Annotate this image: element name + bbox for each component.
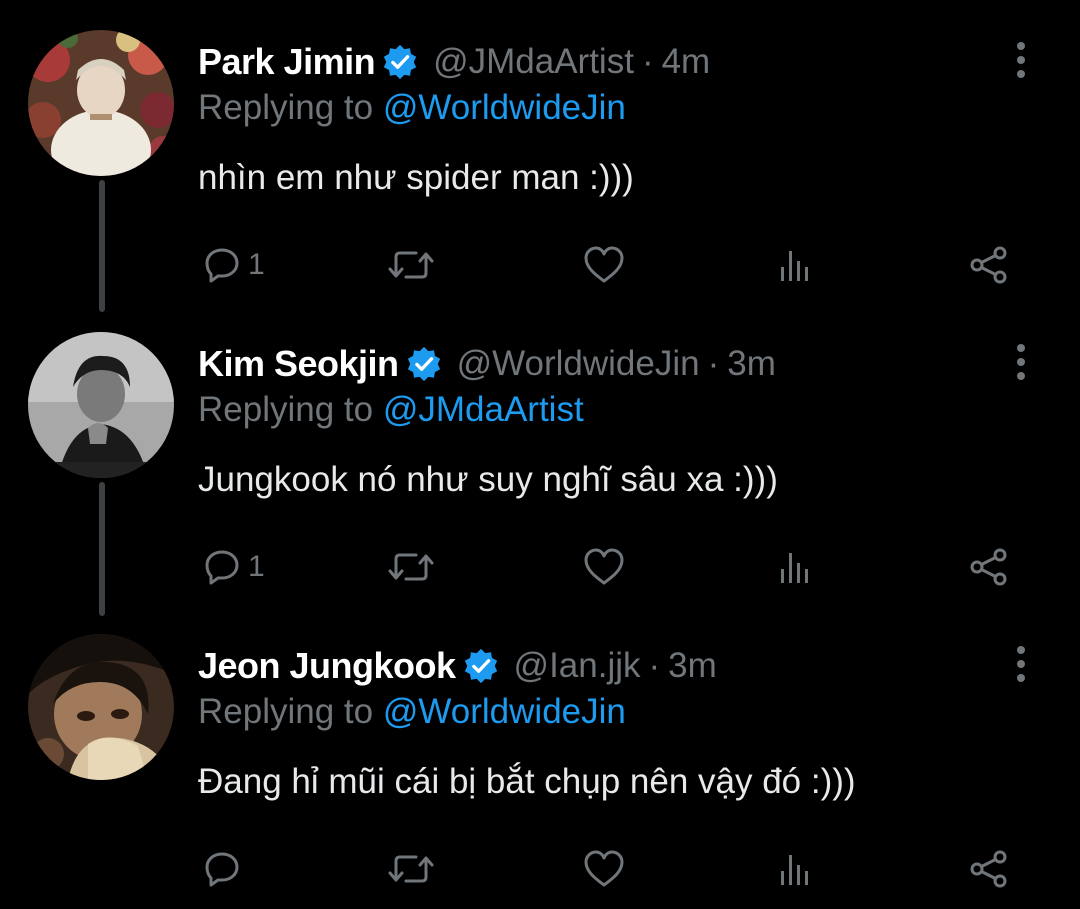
reply-icon xyxy=(202,849,242,889)
avatar[interactable] xyxy=(28,634,174,780)
views-icon xyxy=(776,849,816,889)
replying-to: Replying to @WorldwideJin xyxy=(198,692,626,732)
reply-button[interactable]: 1 xyxy=(202,542,265,592)
replying-to: Replying to @JMdaArtist xyxy=(198,390,584,430)
avatar[interactable] xyxy=(28,30,174,176)
display-name[interactable]: Jeon Jungkook xyxy=(198,645,456,687)
like-button[interactable] xyxy=(582,240,626,290)
replying-to: Replying to @WorldwideJin xyxy=(198,88,626,128)
handle[interactable]: @Ian.jjk xyxy=(514,646,641,686)
share-button[interactable] xyxy=(968,240,1010,290)
reply-count: 1 xyxy=(248,550,265,583)
handle[interactable]: @JMdaArtist xyxy=(433,42,634,82)
reply-count: 1 xyxy=(248,248,265,281)
mention-link[interactable]: @WorldwideJin xyxy=(383,692,626,731)
like-button[interactable] xyxy=(582,542,626,592)
handle[interactable]: @WorldwideJin xyxy=(457,344,700,384)
separator: · xyxy=(648,646,661,685)
reply-icon xyxy=(202,547,242,587)
timestamp[interactable]: 3m xyxy=(668,646,717,686)
timestamp[interactable]: 4m xyxy=(662,42,711,82)
verified-badge-icon xyxy=(405,345,443,383)
action-bar: 1 xyxy=(198,542,1018,592)
tweet-text: Jungkook nó như suy nghĩ sâu xa :))) xyxy=(198,460,778,499)
retweet-button[interactable] xyxy=(386,844,436,894)
timestamp[interactable]: 3m xyxy=(727,344,776,384)
mention-link[interactable]: @WorldwideJin xyxy=(383,88,626,127)
display-name[interactable]: Park Jimin xyxy=(198,41,376,83)
views-icon xyxy=(776,245,816,285)
replying-prefix: Replying to xyxy=(198,88,374,127)
separator: · xyxy=(641,42,654,81)
views-icon xyxy=(776,547,816,587)
tweet[interactable]: Jeon Jungkook @Ian.jjk · 3m Replying to … xyxy=(0,604,1080,904)
views-button[interactable] xyxy=(776,844,816,894)
share-icon xyxy=(968,848,1010,890)
retweet-icon xyxy=(386,547,436,587)
replying-prefix: Replying to xyxy=(198,692,374,731)
tweet-text: Đang hỉ mũi cái bị bắt chụp nên vậy đó :… xyxy=(198,762,856,801)
share-icon xyxy=(968,244,1010,286)
share-icon xyxy=(968,546,1010,588)
views-button[interactable] xyxy=(776,542,816,592)
reply-icon xyxy=(202,245,242,285)
retweet-button[interactable] xyxy=(386,542,436,592)
like-icon xyxy=(582,849,626,889)
share-button[interactable] xyxy=(968,542,1010,592)
like-icon xyxy=(582,245,626,285)
display-name[interactable]: Kim Seokjin xyxy=(198,343,399,385)
mention-link[interactable]: @JMdaArtist xyxy=(383,390,584,429)
reply-button[interactable] xyxy=(202,844,248,894)
reply-button[interactable]: 1 xyxy=(202,240,265,290)
more-options-icon[interactable] xyxy=(1006,644,1036,684)
like-button[interactable] xyxy=(582,844,626,894)
action-bar xyxy=(198,844,1018,894)
tweet-text: nhìn em như spider man :))) xyxy=(198,158,634,197)
tweet[interactable]: Kim Seokjin @WorldwideJin · 3m Replying … xyxy=(0,302,1080,602)
separator: · xyxy=(707,344,720,383)
views-button[interactable] xyxy=(776,240,816,290)
retweet-icon xyxy=(386,849,436,889)
avatar[interactable] xyxy=(28,332,174,478)
more-options-icon[interactable] xyxy=(1006,40,1036,80)
retweet-button[interactable] xyxy=(386,240,436,290)
replying-prefix: Replying to xyxy=(198,390,374,429)
more-options-icon[interactable] xyxy=(1006,342,1036,382)
verified-badge-icon xyxy=(462,647,500,685)
verified-badge-icon xyxy=(381,43,419,81)
action-bar: 1 xyxy=(198,240,1018,290)
like-icon xyxy=(582,547,626,587)
share-button[interactable] xyxy=(968,844,1010,894)
retweet-icon xyxy=(386,245,436,285)
tweet[interactable]: Park Jimin @JMdaArtist · 4m Replying to … xyxy=(0,0,1080,300)
